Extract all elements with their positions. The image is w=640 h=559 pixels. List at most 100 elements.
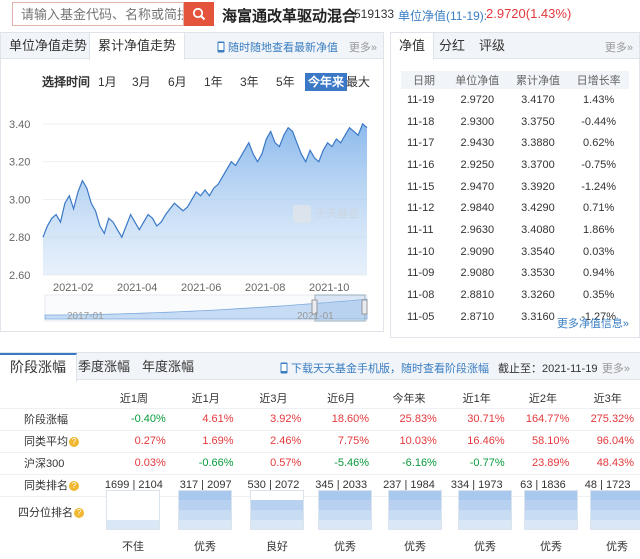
nav-unit: 2.9090 (460, 245, 495, 258)
range-6m[interactable]: 6月 (165, 73, 190, 91)
nav-date: 11-11 (407, 223, 434, 236)
range-5y[interactable]: 5年 (273, 73, 298, 91)
range-1y[interactable]: 1年 (201, 73, 226, 91)
nav-row: 11-19 2.9720 3.4170 1.43% (401, 89, 629, 111)
search-button[interactable] (184, 2, 214, 26)
range-3y[interactable]: 3年 (237, 73, 262, 91)
perf-value: -0.66% (171, 452, 240, 475)
perf-value: 2.46% (239, 430, 308, 453)
nav-change: 0.35% (583, 289, 615, 302)
range-ytd[interactable]: 今年来 (305, 73, 348, 91)
nav-unit: 2.8710 (460, 310, 495, 323)
nav-date: 11-15 (407, 180, 435, 193)
nav-unit: 2.9630 (460, 223, 495, 236)
y-tick-label: 2.80 (9, 232, 30, 244)
x-axis: 2021-02 2021-04 2021-06 2021-08 2021-10 (53, 282, 349, 294)
nav-change: -1.24% (581, 180, 617, 193)
quartile-label-text: 四分位排名 (18, 507, 73, 519)
nav-date: 11-16 (407, 158, 435, 171)
nav-label: 单位净值(11-19): (398, 9, 488, 23)
help-icon[interactable]: ? (74, 508, 84, 519)
search-icon (192, 7, 206, 21)
quartile-bar (178, 490, 232, 530)
tab-stage-return[interactable]: 阶段涨幅 (0, 353, 77, 382)
perf-value: 164.77% (510, 408, 576, 431)
nav-unit: 2.9250 (460, 158, 495, 171)
nav-date: 11-18 (407, 115, 435, 128)
nav-table: 日期 单位净值 累计净值 日增长率 11-19 2.9720 3.4170 1.43%… (401, 71, 629, 328)
navigator-label-start: 2017-01 (67, 311, 104, 322)
nav-chart[interactable]: 3.403.203.002.802.60 2021-02 2021-04 2021-… (1, 99, 383, 327)
perf-col-header: 近6月 (307, 388, 376, 409)
nav-change: 1.43% (583, 93, 615, 106)
quartile-text: 优秀 (540, 541, 562, 553)
nav-tabs: 净值 分红 评级 更多» (391, 33, 639, 60)
x-tick-label: 2021-08 (245, 282, 285, 294)
perf-col-header: 近1月 (171, 388, 240, 409)
tab-quarter-return[interactable]: 季度涨幅 (68, 353, 140, 381)
performance-promo-link[interactable]: 下载天天基金手机版，随时查看阶段涨幅 (280, 360, 489, 376)
tab-rating[interactable]: 评级 (471, 33, 513, 59)
y-axis: 3.40 3.20 3.00 2.80 2.60 (9, 119, 30, 282)
navigator-handle-right[interactable] (361, 299, 368, 315)
performance-more-link[interactable]: 更多» (602, 360, 630, 376)
nav-acc: 3.3530 (521, 267, 555, 280)
perf-value: 275.32% (575, 408, 640, 431)
perf-row-label-text: 同类平均 (24, 436, 68, 448)
perf-value: 30.71% (442, 408, 511, 431)
tab-acc-nav[interactable]: 累计净值走势 (89, 33, 186, 60)
nav-unit: 2.9470 (460, 180, 495, 193)
nav-panel: 净值 分红 评级 更多» 日期 单位净值 累计净值 日增长率 11-19 2.97… (390, 32, 640, 338)
tab-dividend[interactable]: 分红 (431, 33, 473, 59)
tab-year-return[interactable]: 年度涨幅 (132, 353, 204, 381)
perf-value: 10.03% (375, 430, 443, 453)
performance-promo-text: 下载天天基金手机版，随时查看阶段涨幅 (291, 363, 489, 375)
nav-row: 11-11 2.9630 3.4080 1.86% (401, 219, 629, 241)
search-box[interactable] (12, 2, 184, 26)
tab-unit-nav[interactable]: 单位净值走势 (1, 33, 95, 59)
chart-panel: 单位净值走势 累计净值走势 随时随地查看最新净值 更多» 选择时间 1月 3月 … (0, 32, 384, 332)
perf-col-header: 今年来 (375, 388, 443, 409)
nav-date: 11-17 (407, 137, 435, 150)
perf-row: 沪深300 0.03% -0.66% 0.57% -5.46% -6.16% -0.77% 2… (0, 452, 640, 475)
tab-nav[interactable]: 净值 (391, 33, 435, 60)
perf-value: 1.69% (171, 430, 240, 453)
perf-row: 同类平均? 0.27% 1.69% 2.46% 7.75% 10.03% 16.46% 58.… (0, 430, 640, 453)
perf-value: -0.40% (96, 408, 172, 431)
nav-acc: 3.3920 (521, 180, 555, 193)
y-tick-label: 3.40 (9, 119, 30, 131)
x-tick-label: 2021-04 (117, 282, 157, 294)
help-icon[interactable]: ? (69, 437, 79, 448)
nav-more-link[interactable]: 更多» (605, 39, 633, 55)
chart-promo-text: 随时随地查看最新净值 (228, 42, 338, 54)
search-input[interactable] (13, 3, 183, 25)
quartile-row: 四分位排名? 不佳 优秀 良好 优秀 优秀 优秀 优秀 优秀 (0, 490, 640, 553)
quartile-text: 优秀 (606, 541, 628, 553)
nav-date: 11-10 (407, 245, 435, 258)
perf-col-header: 近3年 (575, 388, 640, 409)
chart-more-link[interactable]: 更多» (349, 39, 377, 55)
nav-acc: 3.4080 (521, 223, 555, 236)
performance-tabs: 阶段涨幅 季度涨幅 年度涨幅 下载天天基金手机版，随时查看阶段涨幅 截止至：20… (0, 352, 640, 382)
quartile-text: 优秀 (474, 541, 496, 553)
x-tick-label: 2021-10 (309, 282, 349, 294)
nav-row: 11-18 2.9300 3.3750 -0.44% (401, 111, 629, 133)
quartile-text: 良好 (266, 541, 288, 553)
perf-row-label: 沪深300 (0, 452, 96, 475)
nav-row: 11-12 2.9840 3.4290 0.71% (401, 197, 629, 219)
phone-icon (217, 41, 225, 53)
performance-date: 截止至：2021-11-19 (498, 363, 598, 375)
perf-value: 0.57% (239, 452, 308, 475)
nav-date: 11-08 (407, 289, 435, 302)
quartile-bar (524, 490, 578, 530)
quartile-text: 不佳 (122, 541, 144, 553)
range-3m[interactable]: 3月 (129, 73, 154, 91)
nav-acc: 3.4290 (521, 202, 555, 215)
nav-change: 1.86% (583, 223, 615, 236)
more-nav-link[interactable]: 更多净值信息» (557, 315, 629, 331)
quartile-bar (388, 490, 442, 530)
chart-promo-link[interactable]: 随时随地查看最新净值 (217, 39, 338, 55)
range-1m[interactable]: 1月 (95, 73, 120, 91)
perf-col-header: 近3月 (239, 388, 308, 409)
range-max[interactable]: 最大 (343, 73, 373, 91)
